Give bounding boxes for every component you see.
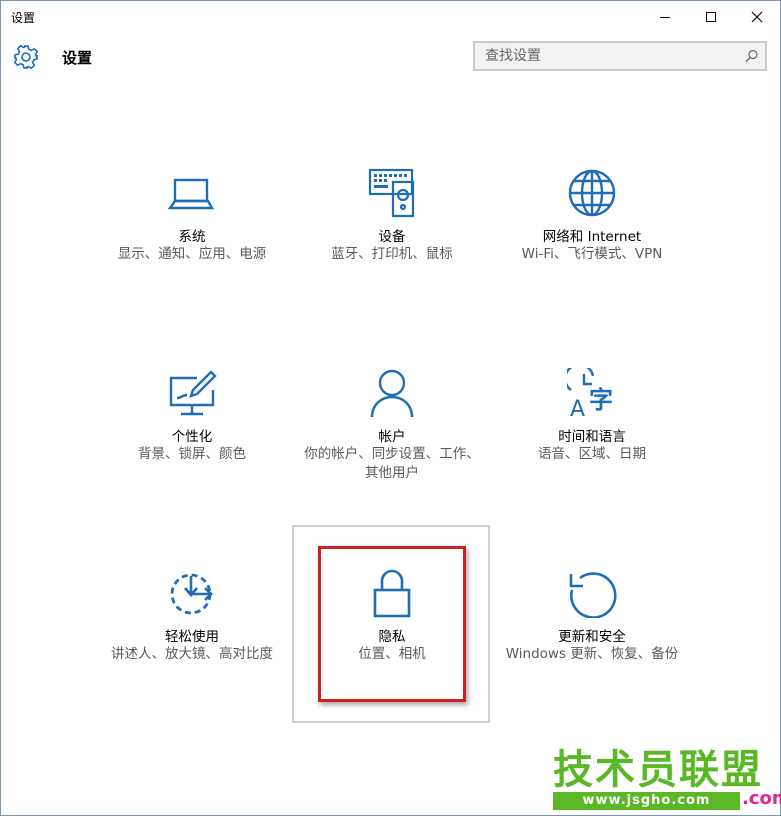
gear-icon bbox=[13, 44, 39, 70]
tile-time-language[interactable]: A 字 时间和语言 语音、区域、日期 bbox=[492, 368, 692, 558]
maximize-button[interactable] bbox=[688, 1, 734, 33]
ease-of-access-icon bbox=[170, 573, 213, 615]
close-icon bbox=[751, 11, 763, 23]
tile-personalization[interactable]: 个性化 背景、锁屏、颜色 bbox=[92, 368, 292, 558]
window-title: 设置 bbox=[11, 11, 36, 25]
maximize-icon bbox=[706, 12, 716, 22]
tile-description: 蓝牙、打印机、鼠标 bbox=[331, 246, 453, 262]
tile-description: Windows 更新、恢复、备份 bbox=[505, 646, 679, 662]
search-box[interactable] bbox=[473, 41, 767, 71]
person-icon bbox=[370, 369, 414, 418]
svg-text:字: 字 bbox=[589, 386, 613, 414]
tile-description: Wi-Fi、飞行模式、VPN bbox=[521, 246, 663, 262]
tile-title: 更新和安全 bbox=[558, 629, 626, 645]
tile-title: 帐户 bbox=[378, 429, 406, 445]
tile-title: 个性化 bbox=[171, 429, 213, 445]
watermark-suffix: .com bbox=[742, 788, 781, 809]
tile-title: 系统 bbox=[178, 229, 206, 245]
monitor-pen-icon bbox=[169, 370, 217, 416]
settings-window: 设置 设置 系统 显示、通知、应 bbox=[0, 0, 781, 816]
tile-description: 语音、区域、日期 bbox=[538, 446, 646, 462]
highlight-annotation bbox=[318, 546, 466, 702]
watermark-url: www.jsgho.com bbox=[553, 792, 740, 810]
page-title: 设置 bbox=[62, 49, 93, 67]
tile-title: 设备 bbox=[378, 229, 406, 245]
tile-network[interactable]: 网络和 Internet Wi-Fi、飞行模式、VPN bbox=[492, 168, 692, 358]
tile-title: 网络和 Internet bbox=[542, 229, 642, 245]
laptop-icon bbox=[167, 178, 215, 210]
tile-description: 讲述人、放大镜、高对比度 bbox=[111, 646, 273, 662]
clock-language-icon: A 字 bbox=[567, 368, 613, 418]
keyboard-speaker-icon bbox=[368, 168, 415, 218]
minimize-button[interactable] bbox=[642, 1, 688, 33]
watermark: 技术员联盟 www.jsgho.com .com bbox=[553, 748, 781, 816]
tile-description: 显示、通知、应用、电源 bbox=[117, 246, 267, 262]
search-icon[interactable] bbox=[745, 49, 759, 63]
minimize-icon bbox=[660, 17, 670, 18]
tile-update-security[interactable]: 更新和安全 Windows 更新、恢复、备份 bbox=[492, 568, 692, 758]
tile-description: 背景、锁屏、颜色 bbox=[138, 446, 246, 462]
tile-accounts[interactable]: 帐户 你的帐户、同步设置、工作、其他用户 bbox=[292, 368, 492, 558]
globe-icon bbox=[568, 169, 616, 217]
title-bar[interactable]: 设置 bbox=[1, 1, 780, 33]
tile-ease-of-access[interactable]: 轻松使用 讲述人、放大镜、高对比度 bbox=[92, 568, 292, 758]
tile-title: 轻松使用 bbox=[165, 629, 219, 645]
tile-title: 时间和语言 bbox=[558, 429, 626, 445]
tile-devices[interactable]: 设备 蓝牙、打印机、鼠标 bbox=[292, 168, 492, 358]
refresh-icon bbox=[569, 572, 617, 618]
tile-description: 你的帐户、同步设置、工作、其他用户 bbox=[304, 446, 480, 481]
watermark-brand: 技术员联盟 bbox=[553, 747, 763, 793]
svg-text:A: A bbox=[570, 397, 585, 418]
close-button[interactable] bbox=[734, 1, 780, 33]
tile-system[interactable]: 系统 显示、通知、应用、电源 bbox=[92, 168, 292, 358]
search-input[interactable] bbox=[475, 43, 737, 69]
